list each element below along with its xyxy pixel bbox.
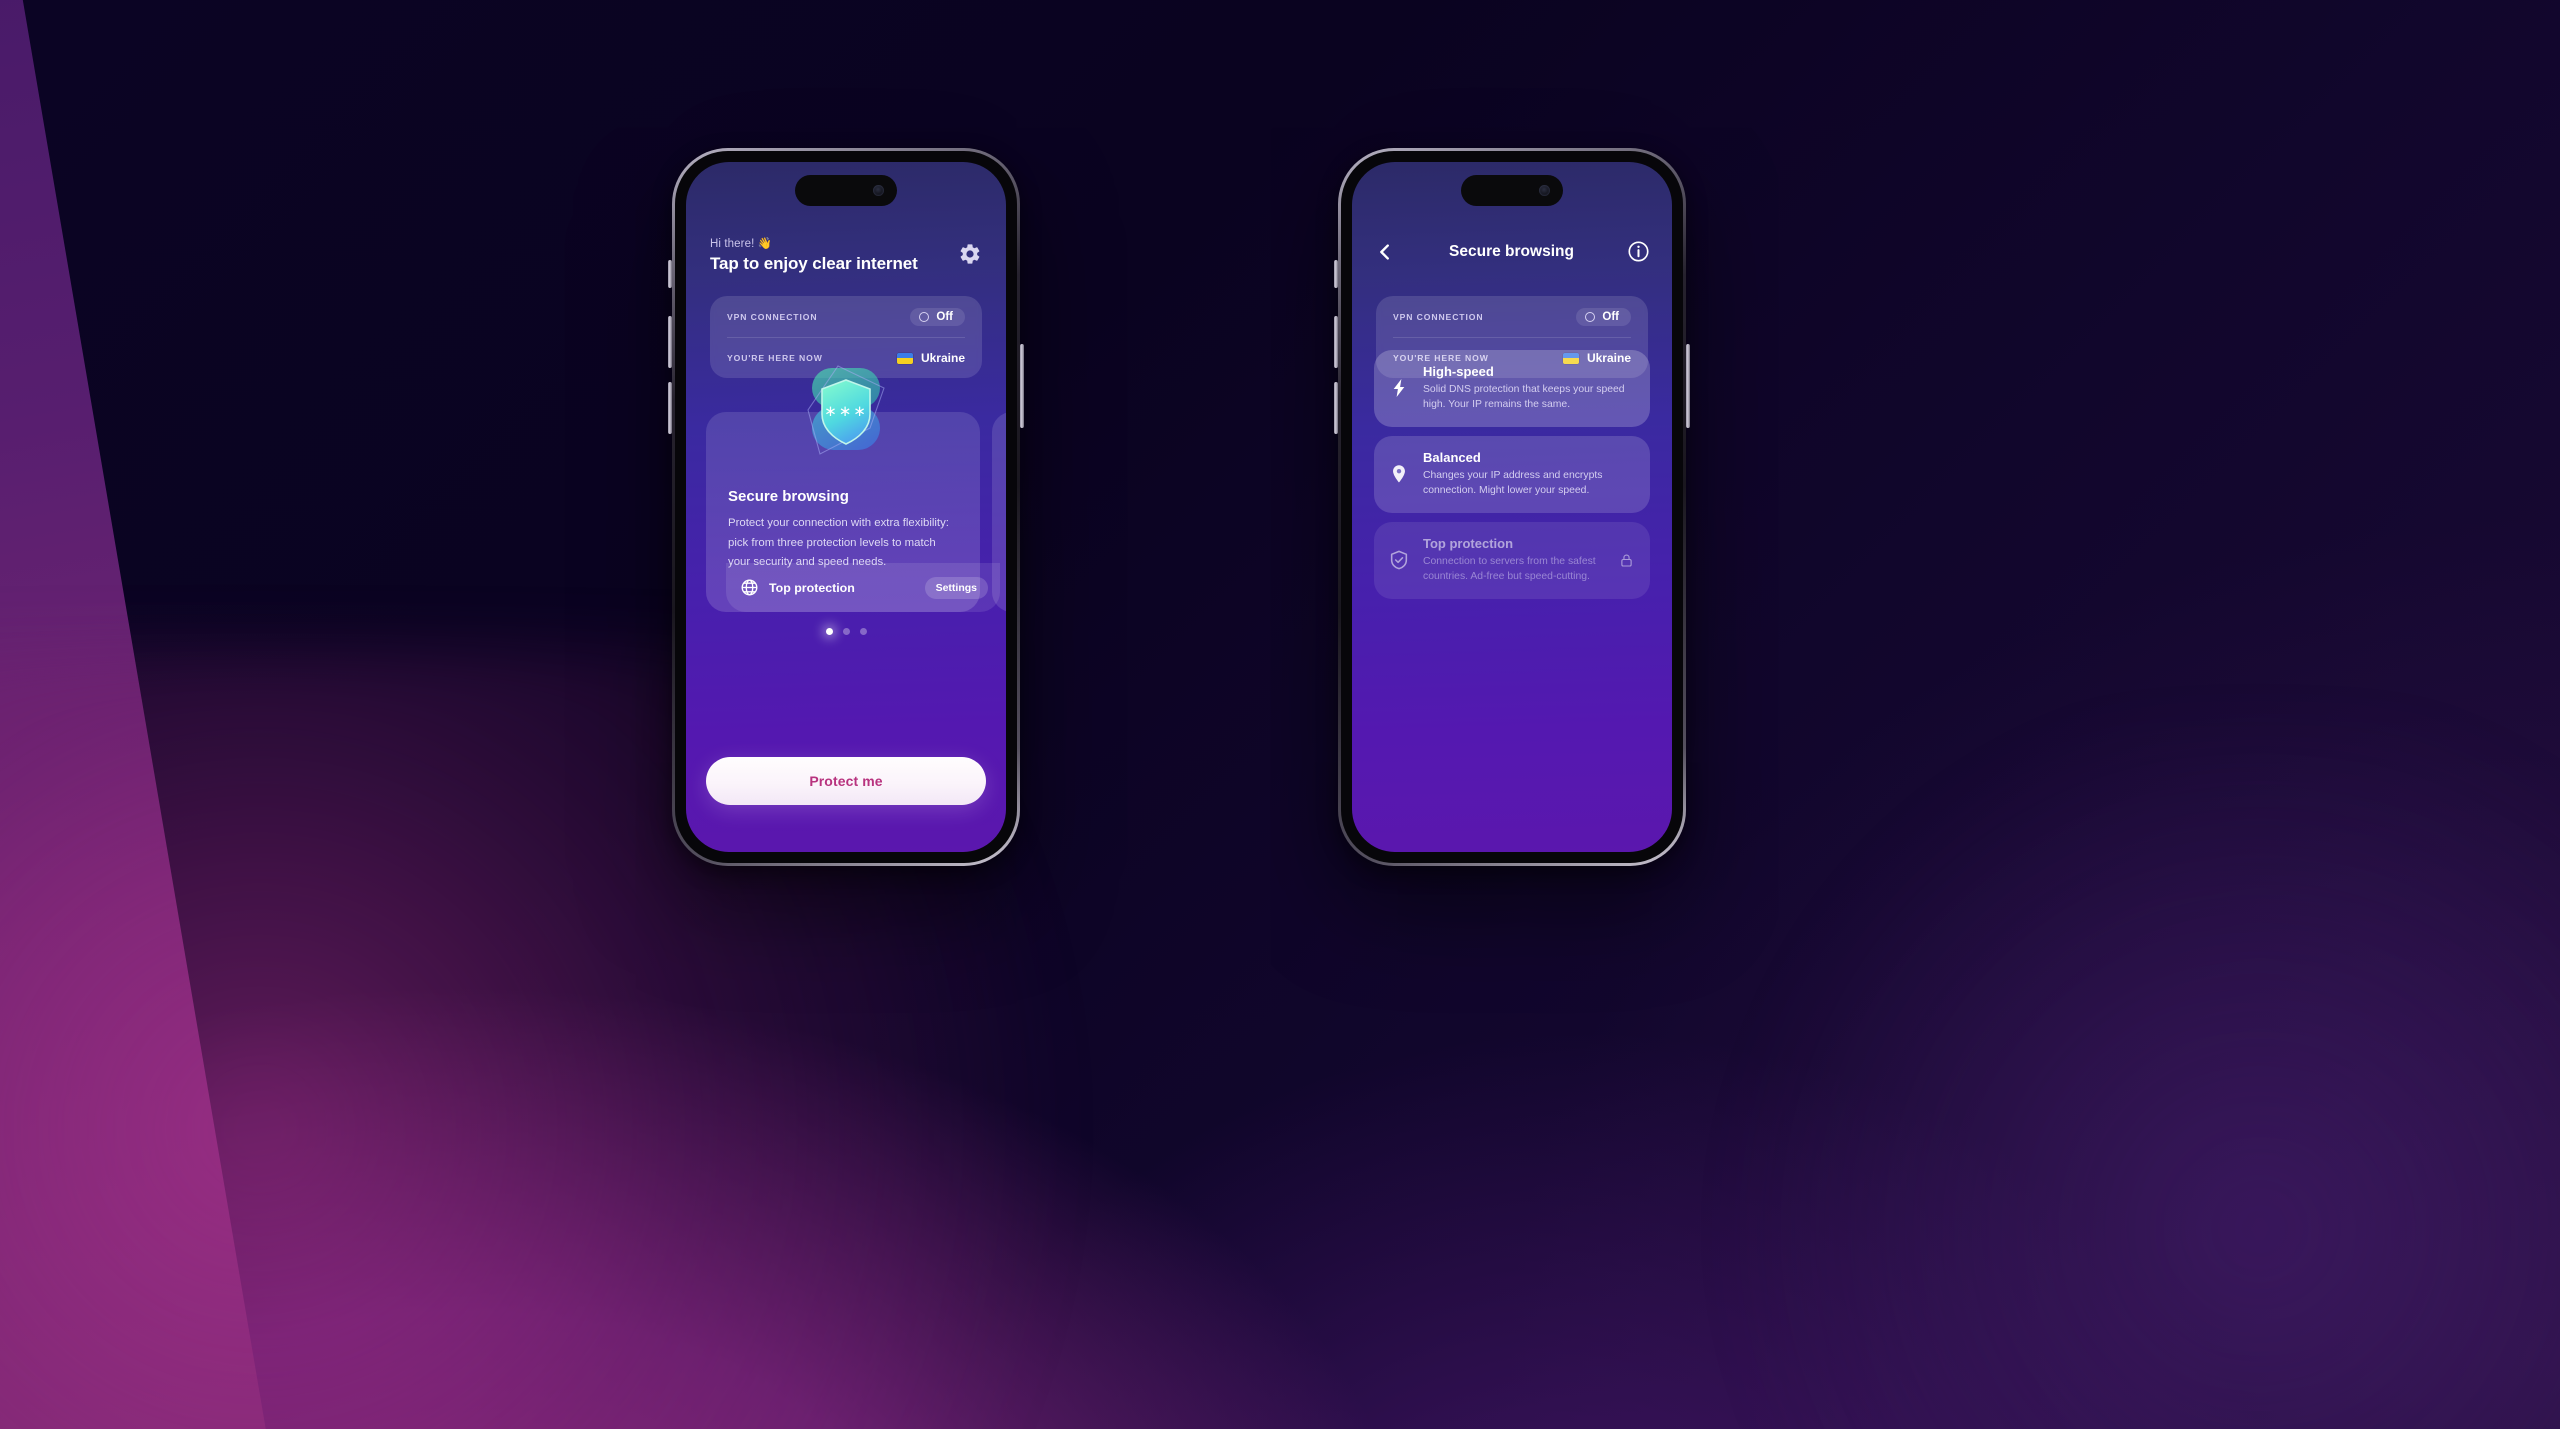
- phone-bezel: Hi there! 👋 Tap to enjoy clear internet …: [675, 151, 1017, 863]
- detail-header: Secure browsing: [1352, 240, 1672, 263]
- vpn-connection-label: VPN CONNECTION: [1393, 311, 1484, 322]
- volume-up-button[interactable]: [1334, 316, 1338, 368]
- power-ring-icon: [919, 311, 930, 322]
- option-title: Balanced: [1423, 450, 1481, 466]
- chevron-left-icon[interactable]: [1374, 241, 1396, 263]
- volume-down-button[interactable]: [1334, 382, 1338, 434]
- front-camera-icon: [1539, 185, 1550, 196]
- page-title: Tap to enjoy clear internet: [710, 254, 918, 273]
- protection-option-balanced[interactable]: Balanced Changes your IP address and enc…: [1374, 436, 1650, 514]
- top-protection-row[interactable]: Top protection Settings: [726, 563, 1000, 612]
- home-header-text: Hi there! 👋 Tap to enjoy clear internet: [710, 236, 918, 274]
- vpn-connection-label: VPN CONNECTION: [727, 311, 818, 322]
- carousel-dot-1[interactable]: [825, 628, 833, 635]
- vpn-toggle[interactable]: Off: [910, 307, 965, 326]
- vpn-state-value: Off: [936, 310, 953, 323]
- background: [0, 0, 2560, 1429]
- vpn-state-value: Off: [1602, 310, 1619, 323]
- status-card: VPN CONNECTION Off YOU'RE HERE NOW Ukrai…: [710, 296, 982, 378]
- gear-icon[interactable]: [958, 242, 982, 266]
- protection-option-high-speed[interactable]: High-speed Solid DNS protection that kee…: [1374, 350, 1650, 428]
- mute-switch[interactable]: [668, 260, 672, 288]
- option-title: High-speed: [1423, 364, 1494, 379]
- protection-option-top-protection[interactable]: Top protection Connection to servers fro…: [1374, 522, 1650, 600]
- shield-check-icon: [1388, 549, 1410, 571]
- option-body: Balanced Changes your IP address and enc…: [1423, 450, 1634, 498]
- option-description: Solid DNS protection that keeps your spe…: [1423, 384, 1625, 411]
- mute-switch[interactable]: [1334, 260, 1338, 288]
- vpn-connection-row: VPN CONNECTION Off: [727, 296, 965, 337]
- dynamic-island: [1461, 175, 1563, 206]
- info-circle-icon[interactable]: [1627, 240, 1650, 263]
- protect-me-button[interactable]: Protect me: [706, 757, 986, 805]
- feature-card-title: Secure browsing: [728, 488, 849, 505]
- location-label: YOU'RE HERE NOW: [727, 353, 823, 363]
- page-title: Secure browsing: [1449, 242, 1574, 260]
- location-country: Ukraine: [920, 351, 965, 365]
- home-header: Hi there! 👋 Tap to enjoy clear internet: [686, 236, 1006, 274]
- vpn-connection-row: VPN CONNECTION Off: [1393, 296, 1631, 337]
- volume-down-button[interactable]: [668, 382, 672, 434]
- phone-bezel: Secure browsing VPN CONNECTION Off YOU'R…: [1341, 151, 1683, 863]
- option-body: Top protection Connection to servers fro…: [1423, 536, 1606, 584]
- greeting-text: Hi there! 👋: [710, 238, 773, 250]
- padlock-icon: [1619, 552, 1634, 569]
- option-body: High-speed Solid DNS protection that kee…: [1423, 364, 1634, 412]
- feature-card: Secure browsing Protect your connection …: [706, 412, 1000, 612]
- ukraine-flag-icon: [896, 352, 913, 364]
- option-title: Top protection: [1423, 536, 1514, 552]
- top-protection-label: Top protection: [769, 580, 855, 595]
- dynamic-island: [795, 175, 897, 206]
- globe-icon: [740, 578, 759, 597]
- vpn-toggle[interactable]: Off: [1576, 307, 1631, 326]
- location-row[interactable]: YOU'RE HERE NOW Ukraine: [727, 337, 965, 378]
- location-value: Ukraine: [896, 351, 965, 365]
- option-description: Connection to servers from the safest co…: [1423, 556, 1596, 583]
- settings-button[interactable]: Settings: [924, 576, 988, 599]
- power-button[interactable]: [1020, 344, 1024, 428]
- phone-left: Hi there! 👋 Tap to enjoy clear internet …: [668, 148, 1024, 866]
- carousel-dot-2[interactable]: [842, 628, 850, 635]
- carousel-dots: [686, 628, 1006, 635]
- phone-right: Secure browsing VPN CONNECTION Off YOU'R…: [1334, 148, 1690, 866]
- option-description: Changes your IP address and encrypts con…: [1423, 470, 1603, 497]
- power-ring-icon: [1585, 311, 1596, 322]
- background-glow-right: [1660, 729, 2560, 1429]
- power-button[interactable]: [1686, 344, 1690, 428]
- front-camera-icon: [873, 185, 884, 196]
- protection-options-list: High-speed Solid DNS protection that kee…: [1374, 350, 1650, 608]
- volume-up-button[interactable]: [668, 316, 672, 368]
- secure-browsing-screen: Secure browsing VPN CONNECTION Off YOU'R…: [1352, 162, 1672, 852]
- lightning-bolt-icon: [1388, 377, 1410, 399]
- protect-me-label: Protect me: [809, 773, 883, 789]
- map-pin-icon: [1388, 463, 1410, 485]
- home-screen: Hi there! 👋 Tap to enjoy clear internet …: [686, 162, 1006, 852]
- carousel-dot-3[interactable]: [859, 628, 867, 635]
